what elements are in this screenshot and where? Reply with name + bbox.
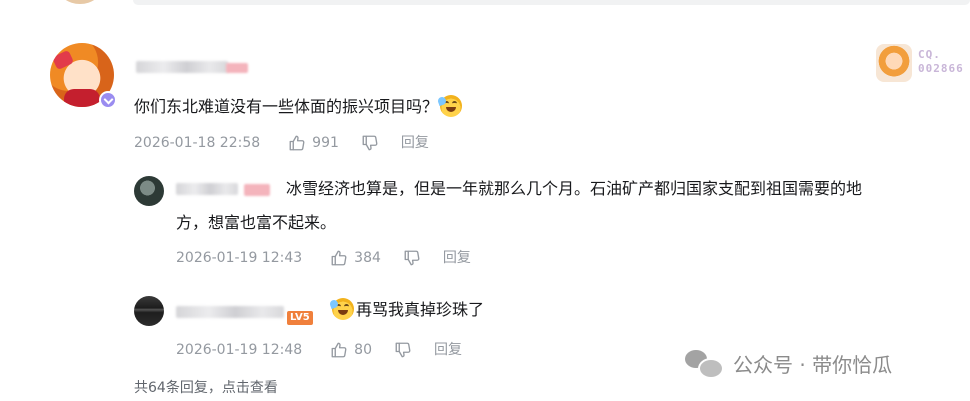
timestamp: 2026-01-19 12:43: [176, 250, 303, 266]
thumbs-down-icon: [404, 250, 420, 266]
timestamp: 2026-01-18 22:58: [134, 135, 261, 151]
avatar-bow: [51, 49, 75, 71]
reply-button[interactable]: 回复: [443, 249, 471, 267]
like-button[interactable]: 80: [330, 341, 372, 359]
fan-badge-picture-icon: [876, 44, 912, 82]
user-tag-blurred: [244, 184, 270, 196]
view-replies-link[interactable]: 点击查看: [222, 380, 278, 396]
reply-button[interactable]: 回复: [401, 134, 429, 152]
reply-text-content: 再骂我真掉珍珠了: [356, 300, 485, 319]
avatar[interactable]: [134, 296, 164, 326]
reply-text-line1: 冰雪经济也算是，但是一年就那么几个月。石油矿产都归国家支配到祖国需要的地: [286, 179, 863, 198]
thumbs-up-icon: [331, 342, 347, 358]
user-tag-blurred: [226, 63, 248, 73]
reply-meta: 2026-01-19 12:43 384 回复: [176, 249, 471, 267]
wechat-icon: [685, 348, 725, 379]
crying-laugh-emoji-icon: [328, 298, 354, 320]
thumbs-up-icon: [331, 250, 347, 266]
watermark-text: 公众号 · 带你恰瓜: [733, 352, 893, 377]
avatar: [58, 0, 102, 4]
dislike-button[interactable]: [361, 134, 379, 152]
fan-badge[interactable]: CQ. 002866: [876, 44, 970, 84]
crying-laugh-emoji-icon: [436, 95, 463, 117]
like-button[interactable]: 991: [288, 134, 339, 152]
dislike-button[interactable]: [403, 249, 421, 267]
thumbs-down-icon: [362, 135, 378, 151]
comment-text-content: 你们东北难道没有一些体面的振兴项目吗？: [134, 97, 439, 116]
username-blurred[interactable]: [176, 306, 284, 318]
previous-comment-box: [133, 0, 970, 5]
like-button[interactable]: 384: [330, 249, 381, 267]
like-count: 991: [312, 135, 339, 151]
level-badge-label: LV5: [287, 311, 313, 325]
dislike-button[interactable]: [394, 341, 412, 359]
reply-meta: 2026-01-19 12:48 80 回复: [176, 341, 462, 359]
comment-text: 你们东北难道没有一些体面的振兴项目吗？: [134, 93, 463, 121]
comment-meta: 2026-01-18 22:58 991 回复: [134, 134, 429, 152]
thumbs-down-icon: [395, 342, 411, 358]
reply-button[interactable]: 回复: [434, 341, 462, 359]
fan-badge-number: CQ. 002866: [918, 48, 964, 75]
avatar[interactable]: [134, 176, 164, 206]
reply-count-footer: 共64条回复，点击查看: [134, 378, 278, 398]
thumbs-up-icon: [289, 135, 305, 151]
timestamp: 2026-01-19 12:48: [176, 342, 303, 358]
like-count: 384: [354, 250, 381, 266]
username-blurred[interactable]: [176, 183, 238, 195]
reply-count: 共64条回复，: [134, 380, 222, 396]
verified-badge-icon: [99, 91, 117, 109]
reply-text-line2: 方，想富也富不起来。: [176, 213, 337, 232]
reply-text: 再骂我真掉珍珠了: [328, 296, 485, 324]
avatar-shirt: [64, 89, 100, 107]
previous-comment-edge: [0, 0, 970, 6]
watermark: 公众号 · 带你恰瓜: [685, 348, 893, 379]
username-blurred[interactable]: [136, 61, 228, 73]
level-badge: LV5: [287, 305, 313, 325]
like-count: 80: [354, 342, 372, 358]
